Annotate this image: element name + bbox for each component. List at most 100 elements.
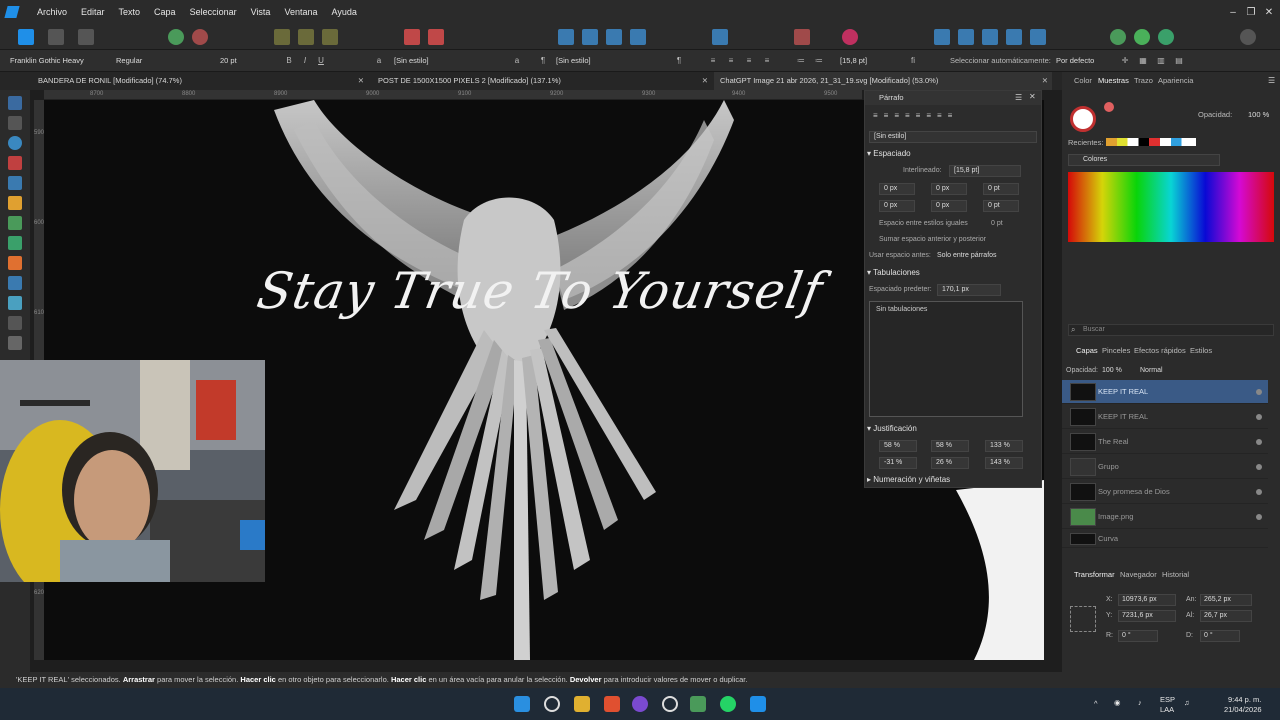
auto-select-dropdown[interactable]: Por defecto: [1052, 54, 1108, 68]
eyedropper-icon[interactable]: [1104, 102, 1114, 112]
top-ruler[interactable]: 8700 8800 8900 9000 9100 9200 9300 9400 …: [44, 90, 862, 100]
geometry-intersect-icon[interactable]: [982, 29, 998, 45]
text-tool-icon[interactable]: [8, 296, 22, 310]
close-tab-icon[interactable]: ✕: [702, 72, 708, 90]
layer-row[interactable]: The Real: [1062, 430, 1268, 454]
affinity-designer-icon[interactable]: [750, 696, 766, 712]
tray-date[interactable]: 21/04/2026: [1224, 705, 1262, 714]
pen-tool-icon[interactable]: [8, 176, 22, 190]
indent-first-field[interactable]: 0 px: [931, 183, 967, 195]
align-left-icon[interactable]: ≡: [708, 56, 718, 66]
visibility-icon[interactable]: [1256, 389, 1262, 395]
rotate-icon[interactable]: [322, 29, 338, 45]
tab-post-1500[interactable]: POST DE 1500X1500 PIXELS 2 [Modificado] …: [372, 72, 712, 90]
designer-persona-icon[interactable]: [18, 29, 34, 45]
space-after-field[interactable]: 0 pt: [983, 200, 1019, 212]
menu-texto[interactable]: Texto: [112, 7, 148, 17]
assistant-icon[interactable]: [1110, 29, 1126, 45]
underline-icon[interactable]: U: [316, 56, 326, 66]
tab-efectos-rapidos[interactable]: Efectos rápidos: [1134, 346, 1186, 355]
font-style-select[interactable]: Regular: [112, 54, 178, 68]
paragraph-panel-icon[interactable]: ¶: [674, 56, 684, 66]
char-panel-icon[interactable]: a: [512, 56, 522, 66]
layer-row[interactable]: KEEP IT REAL: [1062, 380, 1268, 404]
letter-spacing-min-field[interactable]: -31 %: [879, 457, 917, 469]
w-field[interactable]: 265,2 px: [1200, 594, 1252, 606]
boolean-icon[interactable]: [794, 29, 810, 45]
pixel-tool-icon[interactable]: [8, 256, 22, 270]
tray-time[interactable]: 9:44 p. m.: [1228, 695, 1261, 704]
affinity-logo-icon[interactable]: [0, 0, 24, 24]
recent-swatches[interactable]: [1106, 138, 1196, 146]
app-icon[interactable]: [690, 696, 706, 712]
bullets-icon[interactable]: ≔: [796, 56, 806, 66]
indent-right-field[interactable]: 0 px: [879, 200, 915, 212]
file-explorer-icon[interactable]: [574, 696, 590, 712]
sync-icon[interactable]: [1158, 29, 1174, 45]
align-center-icon[interactable]: ≡: [726, 56, 736, 66]
same-style-spacing-value[interactable]: 0 pt: [991, 220, 1003, 227]
corner-tool-icon[interactable]: [8, 156, 22, 170]
tray-lang-top[interactable]: ESP: [1160, 695, 1175, 704]
justify-icon[interactable]: ≡: [762, 56, 772, 66]
color-picker-icon[interactable]: [842, 29, 858, 45]
move-options-icon[interactable]: ✛: [1120, 56, 1130, 66]
flip-horizontal-icon[interactable]: [558, 29, 574, 45]
tab-color[interactable]: Color: [1074, 76, 1092, 85]
export-persona-icon[interactable]: [78, 29, 94, 45]
word-spacing-max-field[interactable]: 133 %: [985, 440, 1023, 452]
pixel-persona-icon[interactable]: [48, 29, 64, 45]
tabs-section-header[interactable]: ▾ Tabulaciones: [867, 268, 920, 277]
fx-icon[interactable]: fi: [908, 56, 918, 66]
menu-capa[interactable]: Capa: [147, 7, 183, 17]
visibility-icon[interactable]: [1256, 514, 1262, 520]
use-space-select[interactable]: Solo entre párrafos: [937, 252, 997, 259]
bold-icon[interactable]: B: [284, 56, 294, 66]
brush-tool-icon[interactable]: [8, 216, 22, 230]
arrange-back-icon[interactable]: [404, 29, 420, 45]
spacing-section-header[interactable]: ▾ Espaciado: [867, 149, 911, 158]
visibility-icon[interactable]: [1256, 439, 1262, 445]
close-window-button[interactable]: ✕: [1258, 0, 1280, 24]
tab-navegador[interactable]: Navegador: [1120, 570, 1157, 579]
layer-row[interactable]: Soy promesa de Dios: [1062, 480, 1268, 504]
tray-network-icon[interactable]: ◉: [1114, 698, 1121, 707]
zoom-tool-icon[interactable]: [8, 336, 22, 350]
whatsapp-icon[interactable]: [720, 696, 736, 712]
panel-menu-icon[interactable]: ☰: [1015, 93, 1022, 102]
tab-pinceles[interactable]: Pinceles: [1102, 346, 1130, 355]
cloud-icon[interactable]: [1134, 29, 1150, 45]
tab-historial[interactable]: Historial: [1162, 570, 1189, 579]
fill-stroke-swatch[interactable]: [1070, 106, 1096, 132]
distribute-options-icon[interactable]: ▤: [1174, 56, 1184, 66]
close-tab-icon[interactable]: ✕: [1042, 72, 1048, 90]
panel-menu-icon[interactable]: ☰: [1268, 76, 1275, 85]
settings-gear-icon[interactable]: [192, 29, 208, 45]
default-spacing-field[interactable]: 170,1 px: [937, 284, 1001, 296]
layer-row[interactable]: Curva: [1062, 530, 1268, 548]
tab-transformar[interactable]: Transformar: [1074, 570, 1115, 579]
tab-capas[interactable]: Capas: [1076, 346, 1098, 355]
panel-close-icon[interactable]: ✕: [1029, 92, 1036, 101]
layer-row[interactable]: Image.png: [1062, 505, 1268, 529]
layer-opacity-value[interactable]: 100 %: [1102, 367, 1122, 374]
tab-bandera-de-ronil[interactable]: BANDERA DE RONIL [Modificado] (74.7%) ✕: [32, 72, 368, 90]
para-style-select[interactable]: [Sin estilo]: [552, 54, 626, 68]
tab-stops-list[interactable]: Sin tabulaciones: [869, 301, 1023, 417]
contour-tool-icon[interactable]: [8, 136, 22, 150]
rotation-field[interactable]: 0 °: [1118, 630, 1158, 642]
tray-chevron-icon[interactable]: ^: [1094, 699, 1098, 708]
font-family-select[interactable]: Franklin Gothic Heavy: [6, 54, 108, 68]
copilot-icon[interactable]: [632, 696, 648, 712]
leading-field[interactable]: [15,8 pt]: [836, 54, 888, 68]
node-tool-icon[interactable]: [8, 116, 22, 130]
geometry-subtract-icon[interactable]: [958, 29, 974, 45]
palette-select[interactable]: Colores: [1068, 154, 1220, 166]
geometry-xor-icon[interactable]: [1006, 29, 1022, 45]
font-size-field[interactable]: 20 pt: [216, 54, 268, 68]
fill-tool-icon[interactable]: [8, 236, 22, 250]
add-spacing-checkbox[interactable]: Sumar espacio anterior y posterior: [879, 236, 986, 243]
account-icon[interactable]: [1240, 29, 1256, 45]
grid-options-icon[interactable]: ▦: [1138, 56, 1148, 66]
menu-archivo[interactable]: Archivo: [30, 7, 74, 17]
